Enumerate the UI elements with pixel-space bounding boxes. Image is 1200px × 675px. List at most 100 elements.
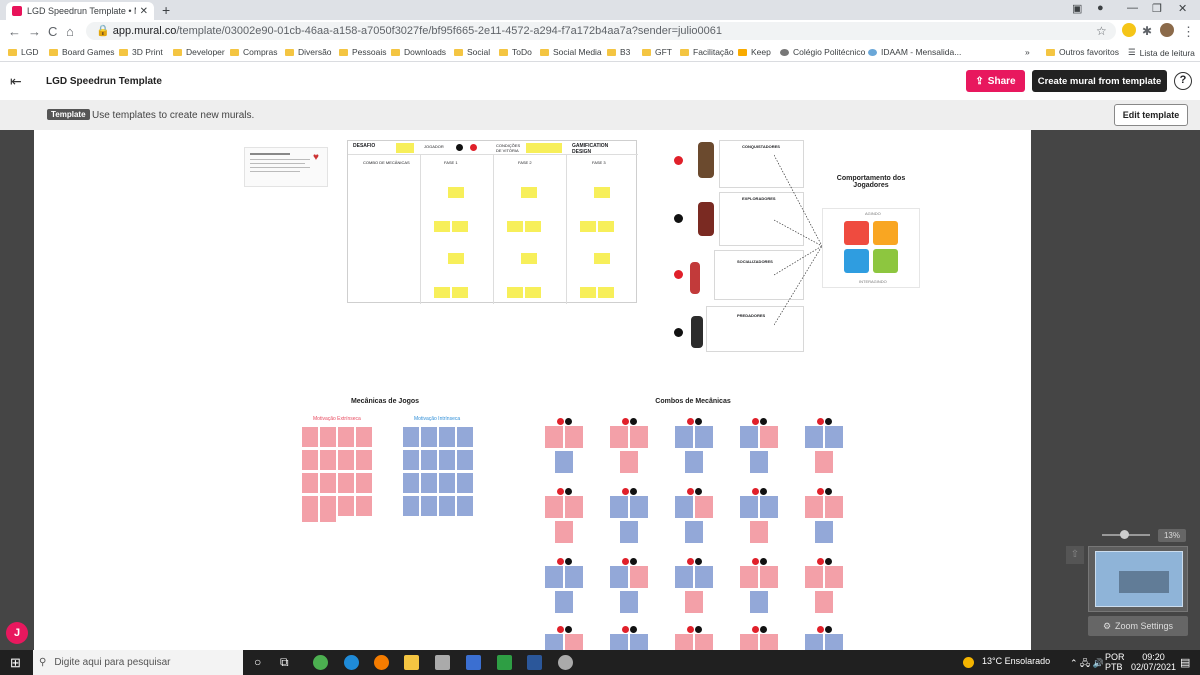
combo-card[interactable] bbox=[675, 634, 693, 650]
combo-card[interactable] bbox=[760, 566, 778, 588]
mechanic-card[interactable] bbox=[439, 427, 455, 447]
extension-bulb-icon[interactable] bbox=[1122, 23, 1136, 37]
combo-card[interactable] bbox=[750, 451, 768, 473]
mechanic-card[interactable] bbox=[403, 496, 419, 516]
combo-card[interactable] bbox=[545, 496, 563, 518]
save-app-icon[interactable] bbox=[466, 655, 481, 670]
mechanic-card[interactable] bbox=[320, 502, 336, 522]
bookmark-star-icon[interactable]: ☆ bbox=[1096, 24, 1107, 38]
edge-icon[interactable] bbox=[344, 655, 359, 670]
bookmark-item[interactable]: Facilitação bbox=[680, 47, 734, 57]
combo-card[interactable] bbox=[555, 451, 573, 473]
bookmark-item[interactable]: Developer bbox=[173, 47, 225, 57]
combo-card[interactable] bbox=[740, 566, 758, 588]
bookmark-item[interactable]: 3D Print bbox=[119, 47, 163, 57]
mechanic-card[interactable] bbox=[439, 450, 455, 470]
firefox-icon[interactable] bbox=[374, 655, 389, 670]
url-input[interactable]: 🔒 app.mural.co/template/03002e90-01cb-46… bbox=[86, 22, 1116, 40]
bookmark-item[interactable]: Board Games bbox=[49, 47, 114, 57]
notifications-icon[interactable]: ▤ bbox=[1180, 656, 1190, 669]
combo-card[interactable] bbox=[760, 634, 778, 650]
combo-card[interactable] bbox=[630, 566, 648, 588]
extensions-puzzle-icon[interactable]: ✱ bbox=[1142, 24, 1152, 38]
mechanic-card[interactable] bbox=[302, 427, 318, 447]
bookmark-item[interactable]: Diversão bbox=[285, 47, 332, 57]
back-icon[interactable]: ← bbox=[8, 24, 21, 39]
mechanic-card[interactable] bbox=[457, 473, 473, 493]
combo-card[interactable] bbox=[760, 496, 778, 518]
combo-card[interactable] bbox=[675, 566, 693, 588]
combo-card[interactable] bbox=[815, 451, 833, 473]
help-icon[interactable]: ? bbox=[1174, 72, 1192, 90]
bookmark-item[interactable]: IDAAM - Mensalida... bbox=[868, 47, 961, 57]
combo-card[interactable] bbox=[565, 566, 583, 588]
mechanic-card[interactable] bbox=[302, 502, 318, 522]
combo-card[interactable] bbox=[630, 496, 648, 518]
combo-card[interactable] bbox=[620, 591, 638, 613]
bookmark-item[interactable]: Social bbox=[454, 47, 490, 57]
combo-card[interactable] bbox=[740, 634, 758, 650]
mechanic-card[interactable] bbox=[403, 473, 419, 493]
combo-card[interactable] bbox=[675, 426, 693, 448]
lang-indicator[interactable]: POR PTB bbox=[1105, 652, 1125, 672]
mechanic-card[interactable] bbox=[421, 473, 437, 493]
weather-text[interactable]: 13°C Ensolarado bbox=[982, 656, 1050, 666]
mechanic-card[interactable] bbox=[320, 427, 336, 447]
store-icon[interactable] bbox=[435, 655, 450, 670]
combo-card[interactable] bbox=[545, 634, 563, 650]
mechanic-card[interactable] bbox=[421, 450, 437, 470]
edit-template-button[interactable]: Edit template bbox=[1114, 104, 1188, 126]
app-icon[interactable] bbox=[558, 655, 573, 670]
bookmark-item[interactable]: Downloads bbox=[391, 47, 446, 57]
windows-start-icon[interactable]: ⊞ bbox=[10, 655, 21, 671]
combo-card[interactable] bbox=[815, 521, 833, 543]
combo-card[interactable] bbox=[555, 521, 573, 543]
other-favorites-folder[interactable]: Outros favoritos bbox=[1046, 47, 1119, 57]
zoom-settings-button[interactable]: ⚙ Zoom Settings bbox=[1088, 616, 1188, 636]
combo-card[interactable] bbox=[750, 521, 768, 543]
combo-card[interactable] bbox=[815, 591, 833, 613]
file-explorer-icon[interactable] bbox=[404, 655, 419, 670]
mechanic-card[interactable] bbox=[320, 473, 336, 493]
combo-card[interactable] bbox=[825, 496, 843, 518]
browser-menu-icon[interactable]: ⋮ bbox=[1182, 24, 1195, 40]
combo-card[interactable] bbox=[685, 451, 703, 473]
zoom-percent[interactable]: 13% bbox=[1158, 529, 1186, 542]
excel-icon[interactable] bbox=[497, 655, 512, 670]
avatar[interactable]: J bbox=[6, 622, 28, 644]
share-button[interactable]: ⇪ Share bbox=[966, 70, 1025, 92]
mechanic-card[interactable] bbox=[302, 473, 318, 493]
forward-icon[interactable]: → bbox=[28, 24, 41, 39]
bookmark-item[interactable]: Colégio Politécnico bbox=[780, 47, 865, 57]
mechanic-card[interactable] bbox=[421, 496, 437, 516]
combo-card[interactable] bbox=[620, 451, 638, 473]
mechanic-card[interactable] bbox=[338, 496, 354, 516]
bookmark-item[interactable]: B3 bbox=[607, 47, 630, 57]
mechanic-card[interactable] bbox=[403, 427, 419, 447]
combo-card[interactable] bbox=[545, 426, 563, 448]
mechanic-card[interactable] bbox=[439, 496, 455, 516]
mechanic-card[interactable] bbox=[338, 450, 354, 470]
mechanic-card[interactable] bbox=[356, 450, 372, 470]
combo-card[interactable] bbox=[675, 496, 693, 518]
combo-card[interactable] bbox=[695, 496, 713, 518]
mechanic-card[interactable] bbox=[356, 496, 372, 516]
mural-canvas[interactable]: ♥ DESAFIO JOGADOR CONDIÇÕES DE VITÓRIA G… bbox=[34, 130, 1031, 650]
profile-avatar-icon[interactable] bbox=[1160, 23, 1174, 37]
mechanic-card[interactable] bbox=[421, 427, 437, 447]
bartle-quadrant[interactable]: AGINDO INTERAGINDO bbox=[822, 208, 920, 288]
combo-card[interactable] bbox=[805, 496, 823, 518]
combo-card[interactable] bbox=[740, 426, 758, 448]
combo-card[interactable] bbox=[695, 426, 713, 448]
mechanic-card[interactable] bbox=[302, 450, 318, 470]
combo-card[interactable] bbox=[805, 634, 823, 650]
window-close-icon[interactable]: ✕ bbox=[1178, 2, 1187, 15]
combo-card[interactable] bbox=[750, 591, 768, 613]
mechanic-card[interactable] bbox=[320, 450, 336, 470]
maximize-icon[interactable]: ❐ bbox=[1152, 2, 1162, 15]
combo-card[interactable] bbox=[740, 496, 758, 518]
tray-icons[interactable]: ⌃ 🖧 🔊 bbox=[1070, 656, 1104, 672]
combo-card[interactable] bbox=[555, 591, 573, 613]
task-view-icon[interactable]: ⧉ bbox=[280, 655, 289, 670]
combo-card[interactable] bbox=[760, 426, 778, 448]
